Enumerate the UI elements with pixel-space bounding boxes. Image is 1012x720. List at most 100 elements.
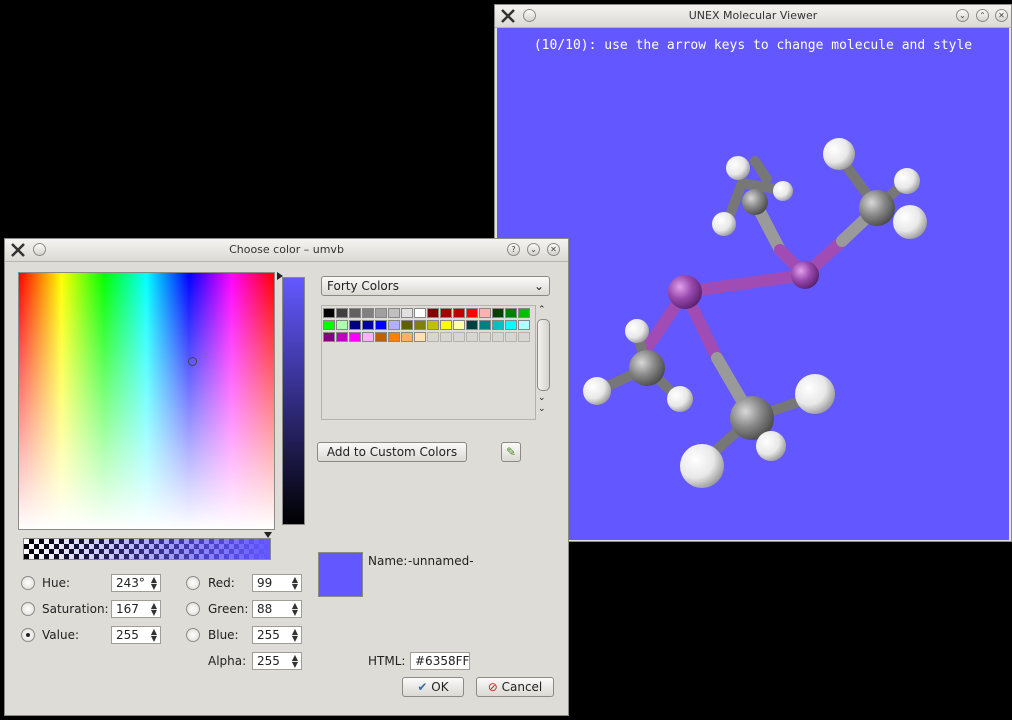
maximize-icon[interactable]: ⌃	[976, 9, 989, 22]
hue-spinbox[interactable]: 243° ▲ ▼	[111, 574, 161, 592]
palette-scrollbar[interactable]: ⌃ ⌄ ⌄	[536, 305, 550, 418]
palette-swatch[interactable]	[505, 308, 517, 318]
palette-swatch[interactable]	[479, 320, 491, 330]
palette-swatch[interactable]	[492, 308, 504, 318]
palette-swatch[interactable]	[518, 308, 530, 318]
scroll-up-icon[interactable]: ⌃	[538, 305, 546, 315]
saturation-spinbox[interactable]: 167 ▲ ▼	[111, 600, 161, 618]
green-radio[interactable]	[186, 602, 200, 616]
current-color-swatch	[318, 552, 363, 597]
palette-swatch[interactable]	[349, 308, 361, 318]
palette-swatch[interactable]	[375, 332, 387, 342]
molecular-viewer-window: UNEX Molecular Viewer ⌄ ⌃ ✕ (10/10): use…	[494, 4, 1012, 542]
add-custom-color-button[interactable]: Add to Custom Colors	[317, 442, 467, 462]
scroll-down-icon[interactable]: ⌄	[538, 404, 546, 414]
blue-radio[interactable]	[186, 628, 200, 642]
minimize-icon[interactable]: ⌄	[956, 9, 969, 22]
spin-arrows-icon[interactable]: ▲ ▼	[151, 602, 157, 617]
cancel-button[interactable]: ⊘ Cancel	[476, 677, 554, 697]
palette-swatch-empty[interactable]	[466, 332, 478, 342]
palette-swatch-empty[interactable]	[505, 332, 517, 342]
palette-swatch[interactable]	[323, 320, 335, 330]
palette-swatch[interactable]	[349, 320, 361, 330]
palette-swatch-empty[interactable]	[453, 332, 465, 342]
palette-swatch[interactable]	[440, 308, 452, 318]
red-spinbox[interactable]: 99 ▲ ▼	[252, 574, 302, 592]
spin-arrows-icon[interactable]: ▲ ▼	[292, 628, 298, 643]
eyedropper-button[interactable]: ✎	[501, 442, 521, 462]
palette-swatch[interactable]	[466, 320, 478, 330]
palette-swatch[interactable]	[492, 320, 504, 330]
palette-swatch[interactable]	[505, 320, 517, 330]
palette-swatch[interactable]	[388, 308, 400, 318]
palette-swatch[interactable]	[453, 308, 465, 318]
palette-swatch[interactable]	[336, 308, 348, 318]
spin-arrows-icon[interactable]: ▲ ▼	[292, 654, 298, 669]
green-spinbox[interactable]: 88 ▲ ▼	[252, 600, 302, 618]
scrollbar-thumb[interactable]	[537, 319, 550, 391]
hue-radio[interactable]	[21, 576, 35, 590]
palette-swatch-empty[interactable]	[492, 332, 504, 342]
ok-button[interactable]: ✔ OK	[402, 677, 464, 697]
scroll-down-icon[interactable]: ⌄	[538, 393, 546, 403]
spin-arrows-icon[interactable]: ▲ ▼	[292, 602, 298, 617]
palette-swatch[interactable]	[362, 308, 374, 318]
molecule-canvas[interactable]: (10/10): use the arrow keys to change mo…	[497, 28, 1009, 540]
palette-swatch[interactable]	[362, 320, 374, 330]
help-icon[interactable]: ?	[507, 243, 520, 256]
palette-swatch[interactable]	[388, 320, 400, 330]
palette-swatch[interactable]	[375, 320, 387, 330]
minimize-icon[interactable]: ⌄	[527, 243, 540, 256]
picker-cursor[interactable]	[188, 357, 197, 366]
saturation-radio[interactable]	[21, 602, 35, 616]
palette-select[interactable]: Forty Colors ⌄	[321, 276, 550, 296]
blue-spinbox[interactable]: 255 ▲ ▼	[252, 626, 302, 644]
value-spinbox[interactable]: 255 ▲ ▼	[111, 626, 161, 644]
value-radio[interactable]	[21, 628, 35, 642]
viewer-titlebar[interactable]: UNEX Molecular Viewer ⌄ ⌃ ✕	[495, 5, 1011, 28]
palette-swatch[interactable]	[323, 308, 335, 318]
value-slider-handle[interactable]	[277, 272, 283, 280]
palette-swatch[interactable]	[401, 332, 413, 342]
palette-swatch[interactable]	[336, 320, 348, 330]
name-value: -unnamed-	[408, 554, 474, 568]
palette-swatch[interactable]	[427, 308, 439, 318]
palette-swatch-empty[interactable]	[427, 332, 439, 342]
alpha-spinbox[interactable]: 255 ▲ ▼	[252, 652, 302, 670]
close-icon[interactable]: ✕	[995, 9, 1008, 22]
palette-swatch[interactable]	[414, 320, 426, 330]
spin-arrows-icon[interactable]: ▲ ▼	[151, 628, 157, 643]
palette-swatch[interactable]	[362, 332, 374, 342]
spin-arrows-icon[interactable]: ▲ ▼	[151, 576, 157, 591]
alpha-slider-handle[interactable]	[264, 532, 272, 538]
palette-swatch[interactable]	[479, 308, 491, 318]
spin-arrows-icon[interactable]: ▲ ▼	[292, 576, 298, 591]
close-icon[interactable]: ✕	[547, 243, 560, 256]
palette-swatch[interactable]	[427, 320, 439, 330]
alpha-slider[interactable]	[23, 538, 271, 560]
palette-swatch[interactable]	[349, 332, 361, 342]
green-label: Green:	[208, 602, 249, 616]
palette-swatch[interactable]	[414, 332, 426, 342]
palette-grid	[321, 305, 536, 420]
palette-swatch[interactable]	[466, 308, 478, 318]
palette-swatch-empty[interactable]	[518, 332, 530, 342]
palette-swatch[interactable]	[453, 320, 465, 330]
palette-swatch[interactable]	[401, 308, 413, 318]
red-radio[interactable]	[186, 576, 200, 590]
palette-swatch-empty[interactable]	[479, 332, 491, 342]
hue-label: Hue:	[42, 576, 71, 590]
palette-swatch[interactable]	[375, 308, 387, 318]
dialog-titlebar[interactable]: Choose color – umvb ? ⌄ ✕	[5, 239, 568, 262]
palette-swatch[interactable]	[414, 308, 426, 318]
palette-swatch[interactable]	[336, 332, 348, 342]
value-slider[interactable]	[282, 277, 305, 525]
palette-swatch[interactable]	[401, 320, 413, 330]
palette-swatch[interactable]	[440, 320, 452, 330]
palette-swatch[interactable]	[323, 332, 335, 342]
palette-swatch-empty[interactable]	[440, 332, 452, 342]
palette-swatch[interactable]	[388, 332, 400, 342]
hue-saturation-picker[interactable]	[18, 272, 275, 530]
html-input[interactable]: #6358FF	[410, 652, 470, 670]
palette-swatch[interactable]	[518, 320, 530, 330]
